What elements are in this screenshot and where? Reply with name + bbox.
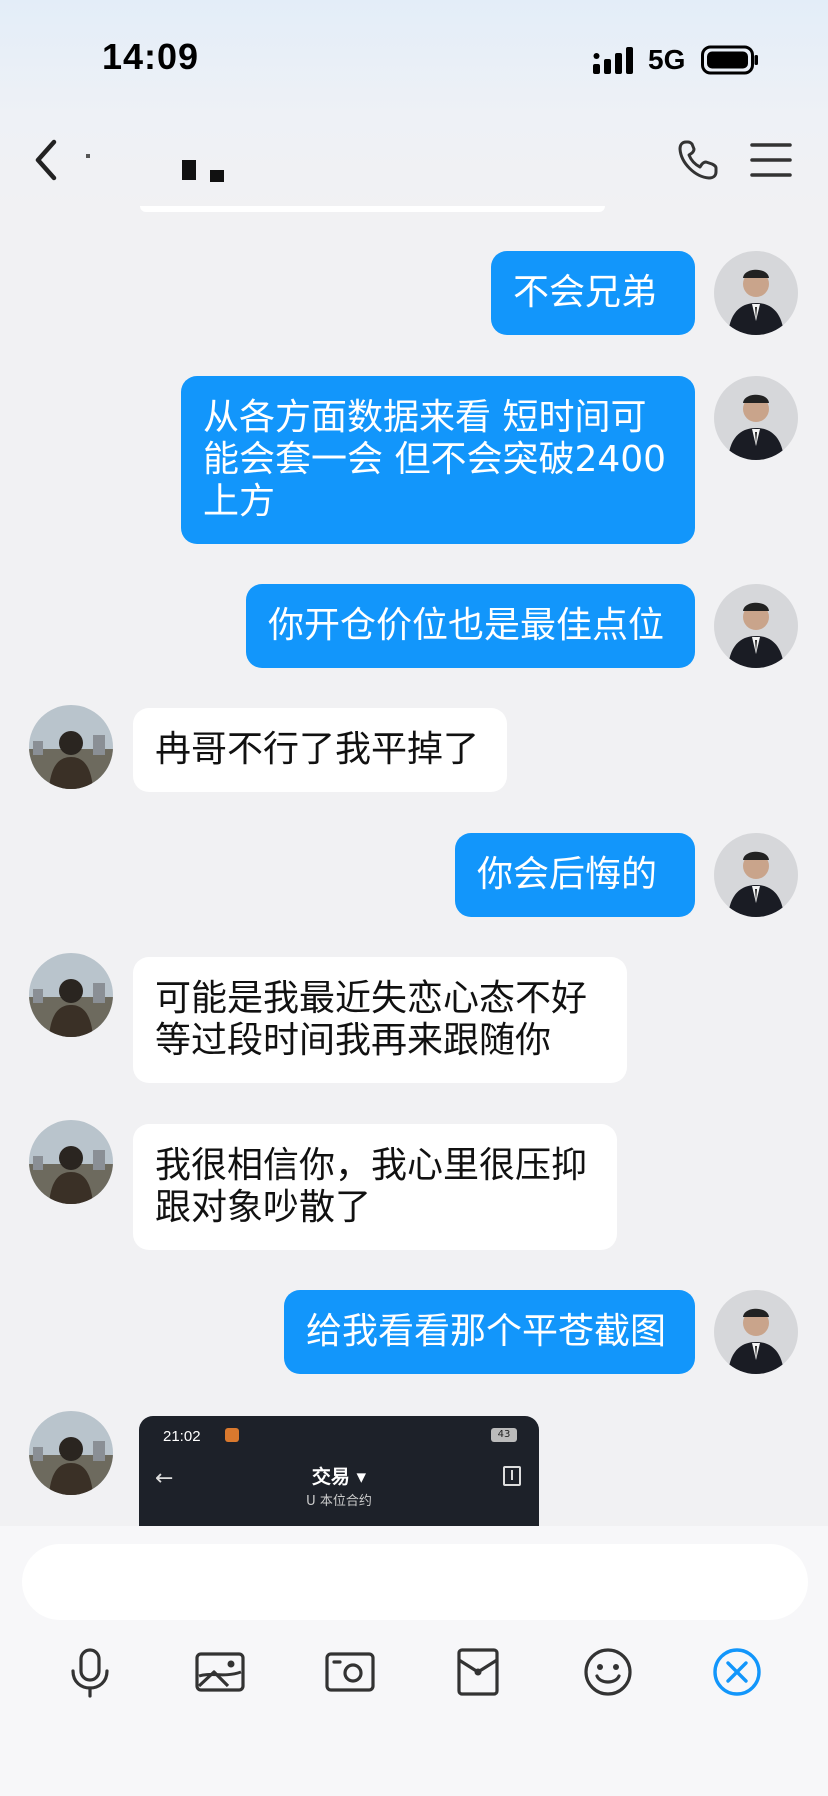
image-icon[interactable] [190, 1642, 250, 1702]
emoji-icon[interactable] [578, 1642, 638, 1702]
message-bubble-outgoing[interactable]: 你会后悔的 [455, 833, 695, 917]
screenshot-battery: 43 [491, 1428, 517, 1442]
message-text: 你开仓价位也是最佳点位 [268, 605, 665, 646]
message-text: 我很相信你，我心里很压抑 跟对象吵散了 [155, 1145, 588, 1228]
message-bubble-incoming[interactable]: 冉哥不行了我平掉了 [133, 708, 507, 792]
microphone-icon[interactable] [60, 1642, 120, 1702]
app-notification-icon [225, 1428, 239, 1442]
screenshot-subtitle: U 本位合约 [306, 1494, 372, 1509]
screenshot-time: 21:02 [163, 1428, 201, 1445]
message-input[interactable] [22, 1544, 808, 1620]
avatar-contact[interactable] [29, 1120, 113, 1204]
phone-call-icon[interactable] [676, 138, 720, 182]
message-bubble-outgoing[interactable]: 不会兄弟 [491, 251, 695, 335]
contact-name: · ▘▖ [82, 140, 242, 184]
network-type: 5G [648, 44, 686, 75]
menu-icon[interactable] [750, 140, 792, 180]
message-text: 不会兄弟 [513, 272, 658, 313]
avatar-self[interactable] [714, 251, 798, 335]
message-bubble-outgoing[interactable]: 从各方面数据来看 短时间可 能会套一会 但不会突破2400 上方 [181, 376, 695, 544]
screenshot-image-message[interactable]: 21:02 43 ← 交易 ▾ U 本位合约 [139, 1416, 539, 1526]
message-text: 从各方面数据来看 短时间可 能会套一会 但不会突破2400 上方 [203, 397, 667, 522]
avatar-contact[interactable] [29, 1411, 113, 1495]
message-bubble-outgoing[interactable]: 给我看看那个平苍截图 [284, 1290, 695, 1374]
message-text: 给我看看那个平苍截图 [306, 1311, 667, 1352]
avatar-self[interactable] [714, 376, 798, 460]
avatar-self[interactable] [714, 584, 798, 668]
close-icon[interactable] [707, 1642, 767, 1702]
message-text: 你会后悔的 [477, 854, 658, 895]
message-bubble-incoming[interactable]: 可能是我最近失恋心态不好 等过段时间我再来跟随你 [133, 957, 627, 1083]
battery-icon [701, 45, 758, 75]
message-bubble-outgoing[interactable]: 你开仓价位也是最佳点位 [246, 584, 695, 668]
message-bubble-incoming[interactable]: 我很相信你，我心里很压抑 跟对象吵散了 [133, 1124, 617, 1250]
avatar-contact[interactable] [29, 953, 113, 1037]
avatar-self[interactable] [714, 1290, 798, 1374]
back-arrow-icon[interactable] [28, 136, 68, 184]
previous-bubble-edge [140, 206, 605, 212]
message-text: 可能是我最近失恋心态不好 等过段时间我再来跟随你 [155, 978, 588, 1061]
avatar-contact[interactable] [29, 705, 113, 789]
input-area [0, 1526, 828, 1796]
screenshot-title: 交易 ▾ [311, 1466, 367, 1488]
message-text: 冉哥不行了我平掉了 [155, 729, 480, 770]
avatar-self[interactable] [714, 833, 798, 917]
red-packet-icon[interactable] [448, 1642, 508, 1702]
screenshot-download-icon [503, 1466, 521, 1486]
signal-strength-icon [593, 47, 633, 74]
status-time: 14:09 [102, 36, 200, 77]
camera-icon[interactable] [320, 1642, 380, 1702]
